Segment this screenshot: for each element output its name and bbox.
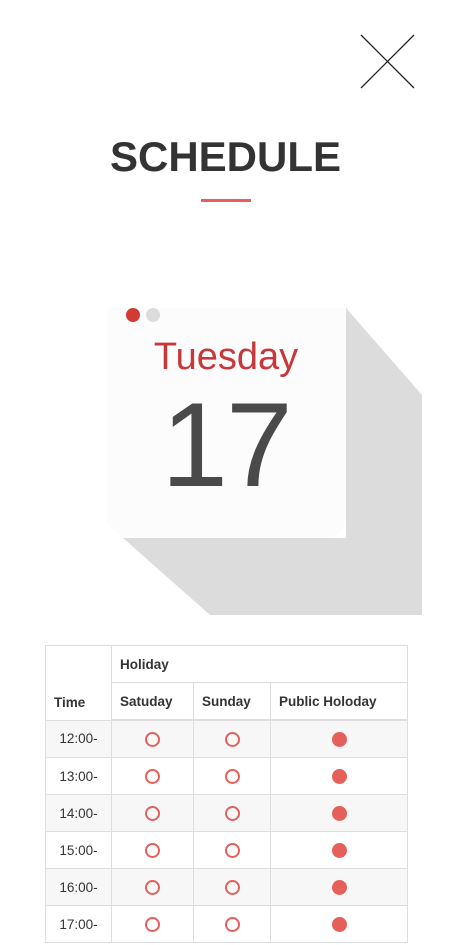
saturday-cell	[111, 794, 194, 832]
sunday-cell	[193, 794, 271, 832]
filled-circle-icon	[331, 880, 347, 896]
filled-circle-icon	[331, 732, 347, 748]
saturday-cell	[111, 831, 194, 869]
saturday-cell	[111, 757, 194, 795]
time-cell: 12:00-	[45, 719, 112, 758]
open-circle-icon	[224, 843, 240, 859]
public-holiday-cell	[269, 905, 409, 943]
open-circle-icon	[145, 769, 160, 785]
close-icon	[360, 34, 415, 89]
time-header: Time	[45, 645, 112, 721]
calendar-day: Tuesday	[153, 336, 299, 378]
public-holiday-cell	[269, 794, 409, 832]
time-cell: 17:00-	[45, 905, 112, 943]
sunday-cell	[193, 719, 271, 758]
table-row: 13:00-	[45, 757, 409, 795]
schedule-table: Time Holiday Satuday Sunday Public Holod…	[45, 645, 409, 943]
title-underline	[201, 199, 251, 202]
public-holiday-cell	[269, 831, 409, 869]
sunday-cell	[193, 905, 271, 943]
open-circle-icon	[145, 917, 160, 933]
close-button[interactable]	[360, 34, 415, 89]
filled-circle-icon	[331, 917, 347, 933]
saturday-cell	[111, 719, 194, 758]
page-dot-active	[126, 308, 140, 322]
open-circle-icon	[145, 880, 160, 896]
filled-circle-icon	[331, 806, 347, 822]
filled-circle-icon	[331, 769, 347, 785]
calendar-date: 17	[161, 378, 292, 512]
open-circle-icon	[224, 880, 240, 896]
page-title: SCHEDULE	[109, 133, 342, 180]
page-dot-inactive	[146, 308, 160, 322]
public-holiday-cell	[269, 868, 409, 906]
public-holiday-cell	[269, 719, 409, 758]
filled-circle-icon	[331, 843, 347, 859]
table-row: 17:00-	[45, 905, 409, 943]
table-row: 15:00-	[45, 831, 409, 869]
saturday-cell	[111, 868, 194, 906]
holiday-header: Holiday	[110, 645, 409, 683]
open-circle-icon	[145, 732, 160, 748]
table-row: 12:00-	[45, 719, 409, 758]
open-circle-icon	[224, 769, 240, 785]
sunday-cell	[193, 757, 271, 795]
public-holiday-header: Public Holoday	[269, 682, 409, 721]
sunday-header: Sunday	[193, 682, 271, 721]
saturday-header: Satuday	[111, 682, 194, 721]
open-circle-icon	[145, 843, 160, 859]
time-cell: 16:00-	[45, 868, 112, 906]
table-row: 14:00-	[45, 794, 409, 832]
table-row: 16:00-	[45, 868, 409, 906]
public-holiday-cell	[269, 757, 409, 795]
open-circle-icon	[145, 806, 160, 822]
open-circle-icon	[224, 732, 240, 748]
sunday-cell	[193, 868, 271, 906]
open-circle-icon	[224, 917, 240, 933]
time-cell: 13:00-	[45, 757, 112, 795]
time-cell: 14:00-	[45, 794, 112, 832]
sunday-cell	[193, 831, 271, 869]
time-cell: 15:00-	[45, 831, 112, 869]
open-circle-icon	[224, 806, 240, 822]
saturday-cell	[111, 905, 194, 943]
